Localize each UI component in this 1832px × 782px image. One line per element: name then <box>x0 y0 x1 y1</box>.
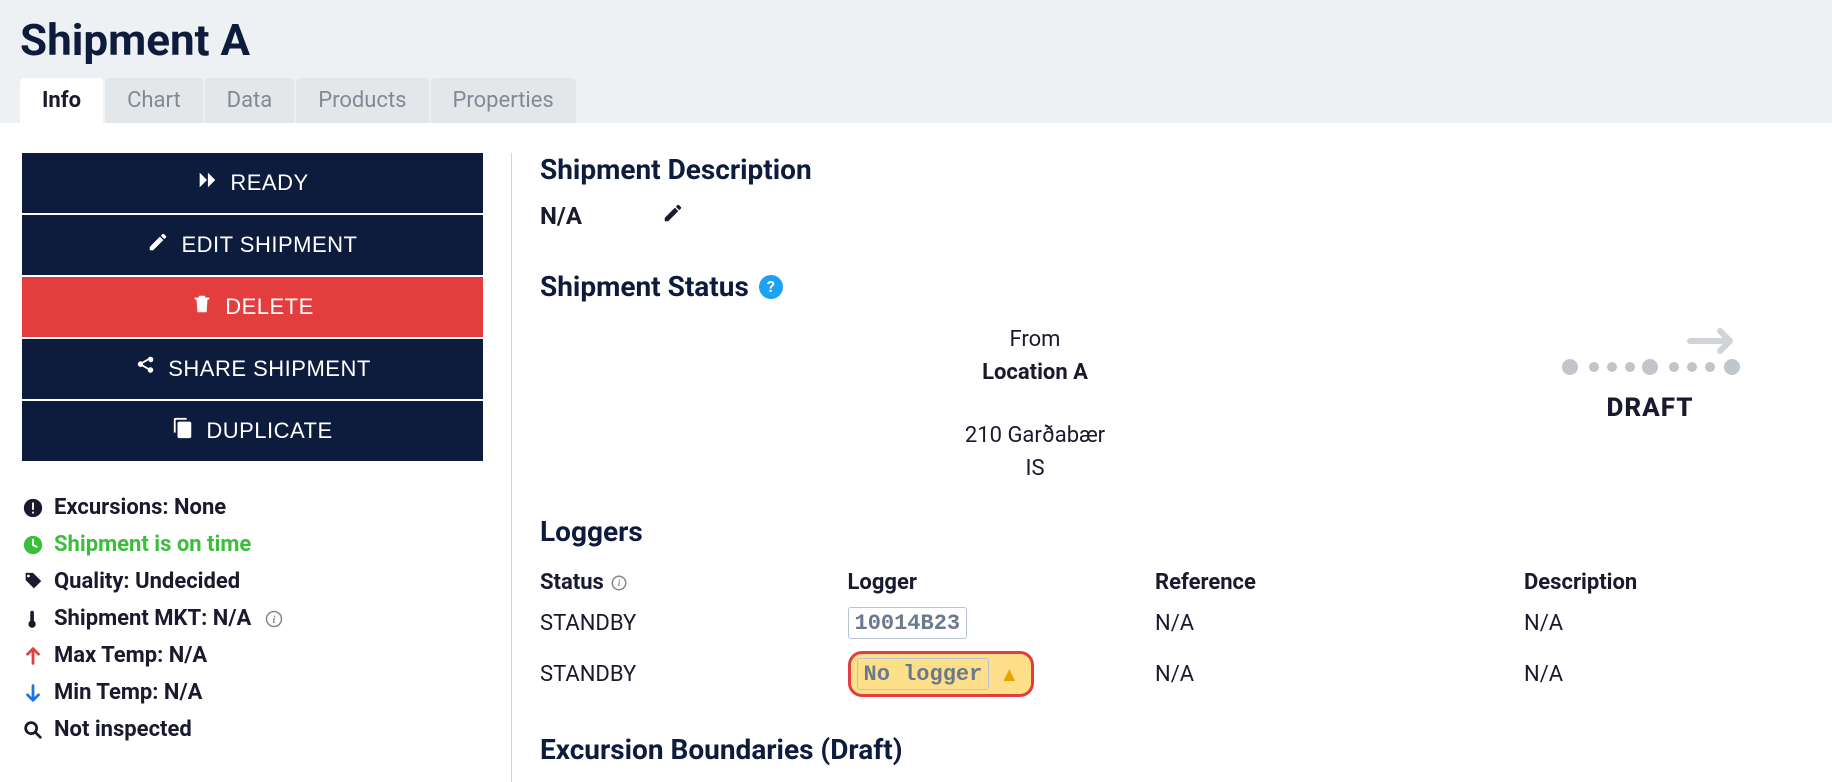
status-min-temp: Min Temp: N/A <box>22 674 483 711</box>
cell-reference: N/A <box>1155 601 1524 645</box>
status-quality-text: Quality: Undecided <box>54 569 240 594</box>
status-state: DRAFT <box>1530 393 1770 423</box>
svg-text:i: i <box>618 578 621 588</box>
from-block: From Location A 210 Garðabær IS <box>540 323 1530 485</box>
from-address-2: IS <box>540 452 1530 485</box>
status-mkt-text: Shipment MKT: N/A <box>54 606 251 631</box>
col-reference: Reference <box>1155 564 1524 601</box>
table-row: STANDBY 10014B23 N/A N/A <box>540 601 1770 645</box>
status-mkt: Shipment MKT: N/A i <box>22 600 483 637</box>
warning-icon: ▲ <box>999 662 1019 687</box>
col-description: Description <box>1524 564 1770 601</box>
duplicate-label: DUPLICATE <box>206 418 332 444</box>
delete-button[interactable]: DELETE <box>22 277 483 337</box>
status-badge-block: DRAFT <box>1530 323 1770 423</box>
shipment-status-heading: Shipment Status <box>540 270 749 303</box>
info-icon[interactable]: i <box>265 610 283 628</box>
cell-description: N/A <box>1524 601 1770 645</box>
status-inspected: Not inspected <box>22 711 483 748</box>
cell-status: STANDBY <box>540 645 848 703</box>
edit-label: EDIT SHIPMENT <box>181 232 357 258</box>
arrow-down-icon <box>22 682 44 704</box>
loggers-table: Status i Logger Reference Description ST… <box>540 564 1770 703</box>
status-max-temp-text: Max Temp: N/A <box>54 643 207 668</box>
edit-description-button[interactable] <box>662 202 684 230</box>
clock-icon <box>22 534 44 556</box>
info-icon[interactable]: i <box>610 574 628 592</box>
main-content: Shipment Description N/A Shipment Status… <box>512 153 1810 782</box>
table-row: STANDBY No logger ▲ N/A N/A <box>540 645 1770 703</box>
trash-icon <box>191 293 213 321</box>
col-status: Status <box>540 570 604 595</box>
edit-icon <box>147 231 169 259</box>
tab-properties[interactable]: Properties <box>431 78 576 123</box>
cell-description: N/A <box>1524 645 1770 703</box>
status-excursions-text: Excursions: None <box>54 495 226 520</box>
status-ontime: Shipment is on time <box>22 526 483 563</box>
thermometer-icon <box>22 608 44 630</box>
help-icon[interactable]: ? <box>759 275 783 299</box>
sidebar: READY EDIT SHIPMENT DELETE SHARE SHIPMEN… <box>22 153 512 782</box>
tab-info[interactable]: Info <box>20 78 103 123</box>
exclamation-circle-icon <box>22 497 44 519</box>
arrow-up-icon <box>22 645 44 667</box>
status-max-temp: Max Temp: N/A <box>22 637 483 674</box>
logger-chip[interactable]: No logger <box>857 658 990 690</box>
cell-reference: N/A <box>1155 645 1524 703</box>
logger-warning-highlight: No logger ▲ <box>848 651 1035 697</box>
logger-chip[interactable]: 10014B23 <box>848 607 968 639</box>
search-icon <box>22 719 44 741</box>
delete-label: DELETE <box>225 294 314 320</box>
page-title: Shipment A <box>20 8 1812 78</box>
status-inspected-text: Not inspected <box>54 717 192 742</box>
tab-products[interactable]: Products <box>296 78 428 123</box>
from-location: Location A <box>540 356 1530 389</box>
svg-text:i: i <box>273 614 276 625</box>
status-quality: Quality: Undecided <box>22 563 483 600</box>
col-logger: Logger <box>848 564 1156 601</box>
ready-button[interactable]: READY <box>22 153 483 213</box>
share-icon <box>134 355 156 383</box>
tab-data[interactable]: Data <box>205 78 295 123</box>
from-address-1: 210 Garðabær <box>540 419 1530 452</box>
edit-shipment-button[interactable]: EDIT SHIPMENT <box>22 215 483 275</box>
cell-status: STANDBY <box>540 601 848 645</box>
copy-icon <box>172 417 194 445</box>
from-label: From <box>540 323 1530 356</box>
tab-chart[interactable]: Chart <box>105 78 203 123</box>
draft-progress-icon <box>1530 323 1770 387</box>
tabs: Info Chart Data Products Properties <box>20 78 1812 123</box>
status-excursions: Excursions: None <box>22 489 483 526</box>
status-min-temp-text: Min Temp: N/A <box>54 680 202 705</box>
description-value: N/A <box>540 202 582 230</box>
description-heading: Shipment Description <box>540 153 1770 186</box>
fast-forward-icon <box>196 169 218 197</box>
share-label: SHARE SHIPMENT <box>168 356 371 382</box>
pencil-icon <box>662 202 684 224</box>
share-shipment-button[interactable]: SHARE SHIPMENT <box>22 339 483 399</box>
tag-icon <box>22 571 44 593</box>
status-ontime-text: Shipment is on time <box>54 532 251 557</box>
duplicate-button[interactable]: DUPLICATE <box>22 401 483 461</box>
excursion-boundaries-heading: Excursion Boundaries (Draft) <box>540 733 1770 766</box>
ready-label: READY <box>230 170 308 196</box>
loggers-heading: Loggers <box>540 515 1770 548</box>
